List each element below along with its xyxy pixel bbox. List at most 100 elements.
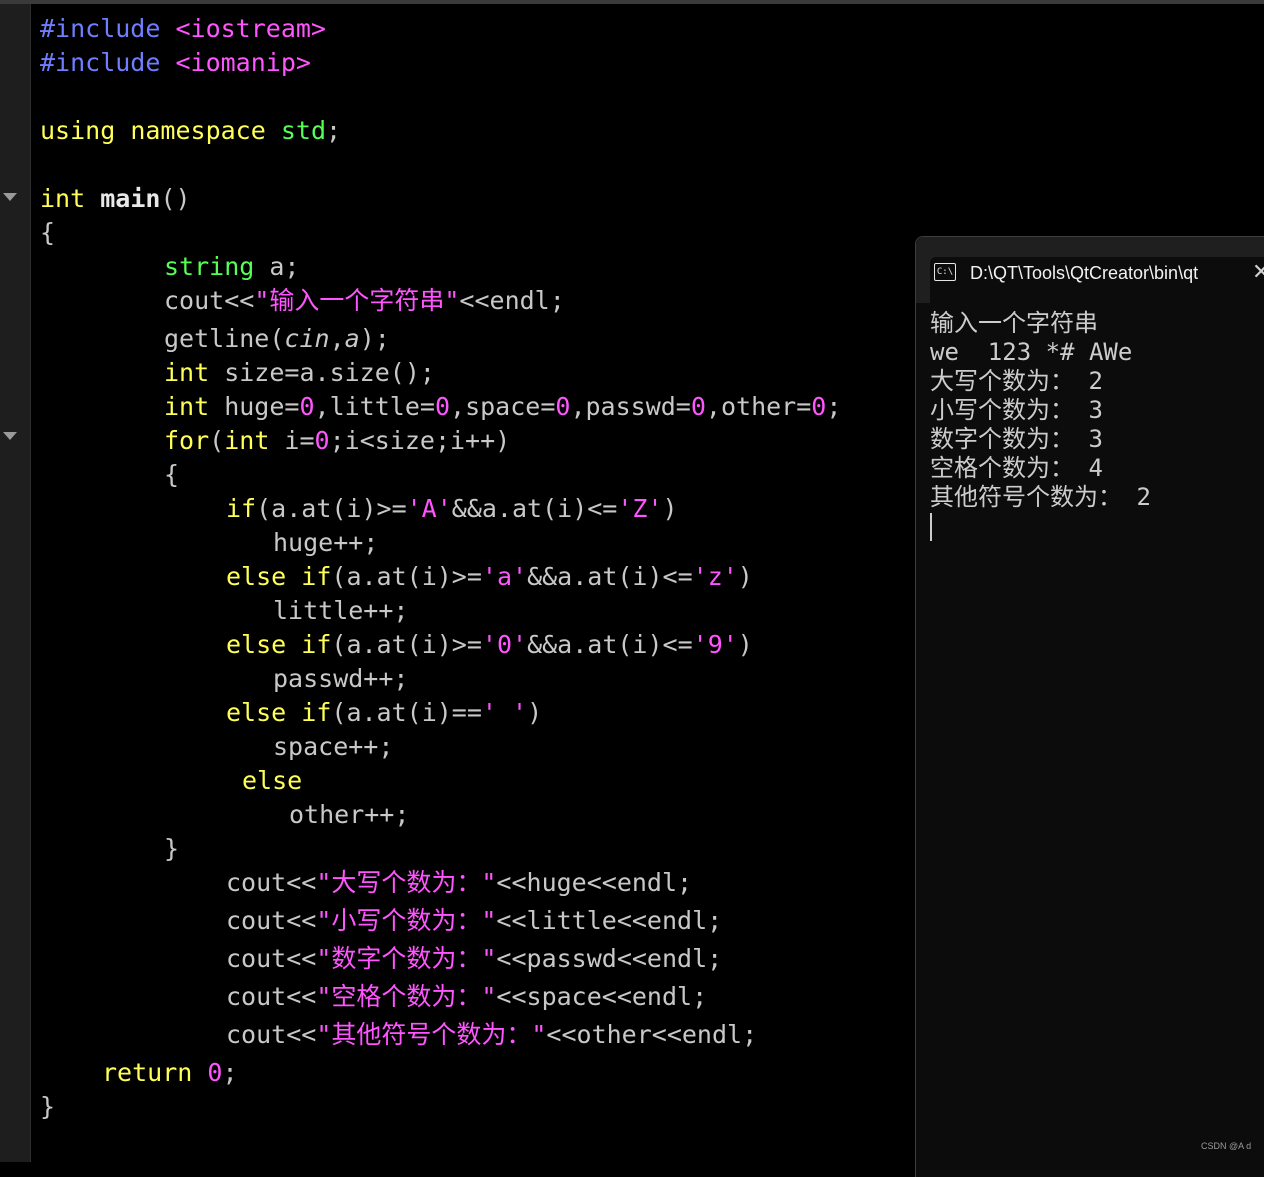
console-line: 小写个数为： 3: [930, 396, 1103, 424]
code-token: else: [226, 630, 287, 659]
code-token: else: [226, 698, 287, 727]
code-token: <<other<<endl;: [546, 1020, 758, 1049]
code-line: {: [164, 460, 180, 489]
code-line: int size=a.size();: [164, 356, 435, 390]
code-token: ;: [326, 116, 342, 145]
code-token: (a.at(i)>=: [256, 494, 407, 523]
code-token: "小写个数为：": [316, 906, 497, 935]
code-token: 0: [555, 392, 571, 421]
code-token: ;: [222, 1058, 238, 1087]
code-token: "大写个数为：": [316, 868, 497, 897]
code-token: return: [102, 1058, 193, 1087]
code-token: <<little<<endl;: [496, 906, 723, 935]
code-token: '9': [692, 630, 738, 659]
code-token: ;i<size;i++): [329, 426, 511, 455]
code-line: cout<<"输入一个字符串"<<endl;: [164, 284, 565, 318]
code-token: cout<<: [226, 906, 317, 935]
code-line: little++;: [273, 596, 409, 625]
code-line: other++;: [289, 800, 410, 829]
code-token: ): [737, 562, 753, 591]
console-titlebar[interactable]: C:\ D:\QT\Tools\QtCreator\bin\qt ✕: [916, 237, 1264, 303]
code-token: <iomanip>: [160, 48, 311, 77]
code-line: }: [164, 834, 180, 863]
code-token: "数字个数为：": [316, 944, 497, 973]
fold-arrow-icon[interactable]: [3, 193, 17, 201]
code-line: cout<<"其他符号个数为："<<other<<endl;: [226, 1018, 757, 1052]
code-token: if: [301, 630, 332, 659]
console-line: 数字个数为： 3: [930, 425, 1103, 453]
code-token: 0: [811, 392, 827, 421]
code-token: for: [164, 426, 210, 455]
watermark: CSDN @A d: [1201, 1141, 1252, 1151]
console-line: 空格个数为： 4: [930, 454, 1103, 482]
code-token: std: [280, 116, 327, 145]
code-token: cout<<: [226, 868, 317, 897]
code-token: ): [662, 494, 678, 523]
code-line: huge++;: [273, 528, 379, 557]
console-output[interactable]: 输入一个字符串 we 123 *# AWe 大写个数为： 2 小写个数为： 3 …: [930, 309, 1264, 541]
code-token: huge=: [209, 392, 300, 421]
editor-gutter: [0, 4, 31, 1162]
console-line: 大写个数为： 2: [930, 367, 1103, 395]
code-token: &&a.at(i)<=: [527, 562, 693, 591]
code-line: else if(a.at(i)>='0'&&a.at(i)<='9'): [226, 628, 753, 662]
code-token: cout<<: [226, 1020, 317, 1049]
code-token: (): [160, 184, 191, 213]
code-line: int huge=0,little=0,space=0,passwd=0,oth…: [164, 390, 841, 424]
code-token: size=a.size();: [209, 358, 435, 387]
code-line: else if(a.at(i)==' '): [226, 696, 542, 730]
code-token: <<endl;: [459, 286, 565, 315]
code-token: cout<<: [226, 982, 317, 1011]
code-token: "空格个数为：": [316, 982, 497, 1011]
code-token: );: [359, 324, 390, 353]
code-token: if: [301, 698, 332, 727]
code-token: else: [226, 562, 287, 591]
fold-arrow-icon[interactable]: [3, 432, 17, 440]
code-token: int: [224, 426, 270, 455]
code-token: ,other=: [705, 392, 812, 421]
code-line: return 0;: [102, 1056, 238, 1090]
code-token: (a.at(i)>=: [331, 630, 482, 659]
code-line: if(a.at(i)>='A'&&a.at(i)<='Z'): [226, 492, 678, 526]
code-token: 0: [690, 392, 706, 421]
code-token: 'Z': [617, 494, 663, 523]
code-token: i=: [269, 426, 315, 455]
code-token: int: [164, 358, 210, 387]
code-token: 0: [299, 392, 315, 421]
code-token: (a.at(i)==: [331, 698, 482, 727]
text-cursor: [930, 513, 932, 541]
code-token: string: [164, 252, 255, 281]
code-token: ' ': [481, 698, 528, 727]
code-line: getline(cin,a);: [164, 322, 390, 356]
terminal-icon: C:\: [934, 263, 956, 281]
code-line: for(int i=0;i<size;i++): [164, 424, 510, 458]
code-token: ): [737, 630, 753, 659]
code-token: 0: [314, 426, 330, 455]
code-token: &&a.at(i)<=: [451, 494, 618, 523]
code-token: '0': [481, 630, 528, 659]
console-title: D:\QT\Tools\QtCreator\bin\qt: [970, 263, 1199, 283]
code-line: {: [40, 218, 56, 247]
code-line: space++;: [273, 732, 394, 761]
code-token: namespace: [130, 116, 266, 145]
code-line: string a;: [164, 250, 299, 284]
code-token: int: [164, 392, 210, 421]
code-token: (: [209, 426, 225, 455]
code-line: cout<<"空格个数为："<<space<<endl;: [226, 980, 707, 1014]
console-window[interactable]: C:\ D:\QT\Tools\QtCreator\bin\qt ✕ 输入一个字…: [915, 236, 1264, 1177]
code-token: 0: [207, 1058, 223, 1087]
code-line: cout<<"大写个数为："<<huge<<endl;: [226, 866, 692, 900]
code-line: else if(a.at(i)>='a'&&a.at(i)<='z'): [226, 560, 753, 594]
close-icon[interactable]: ✕: [1252, 259, 1264, 287]
code-line: #include <iostream>: [40, 12, 326, 46]
code-token: if: [301, 562, 332, 591]
code-token: ;: [826, 392, 842, 421]
code-line: using namespace std;: [40, 114, 341, 148]
top-border: [0, 0, 1264, 4]
code-token: if: [226, 494, 257, 523]
